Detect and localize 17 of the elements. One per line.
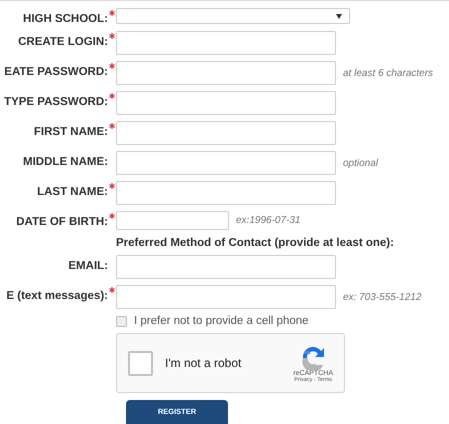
field-label: CREATE LOGIN: [18, 36, 108, 48]
hint-text: optional [343, 158, 378, 168]
field-label: LAST NAME: [37, 186, 108, 198]
field-label: EATE PASSWORD: [4, 66, 108, 78]
section-heading: Preferred Method of Contact (provide at least one): [116, 237, 395, 249]
hint-text: at least 6 characters [343, 68, 434, 78]
field-label: EMAIL: [68, 260, 108, 272]
hint-text: ex: 703-555-1212 [343, 292, 422, 302]
field-label: TYPE PASSWORD: [4, 96, 108, 108]
field-label: MIDDLE NAME: [23, 156, 108, 168]
field-label: DATE OF BIRTH: [16, 216, 108, 228]
field-label: HIGH SCHOOL: [23, 13, 108, 25]
hint-text: ex:1996-07-31 [236, 215, 300, 226]
field-label: E (text messages): [6, 290, 108, 302]
captcha-label: I'm not a robot [165, 356, 242, 370]
field-label: FIRST NAME: [34, 126, 108, 138]
checkbox-label: I prefer not to provide a cell phone [134, 315, 309, 327]
